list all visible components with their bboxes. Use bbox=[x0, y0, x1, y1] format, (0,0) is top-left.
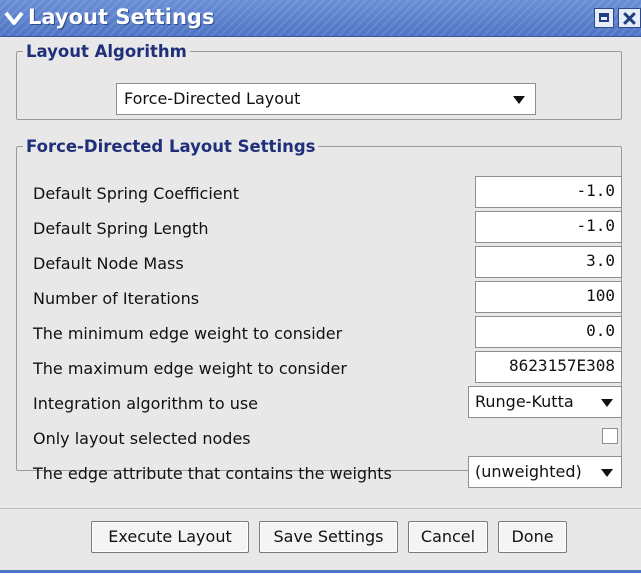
max-edge-weight-label: The maximum edge weight to consider bbox=[33, 359, 347, 378]
iterations-field[interactable]: 100 bbox=[475, 281, 622, 313]
integration-algorithm-dropdown[interactable]: Runge-Kutta bbox=[468, 386, 622, 418]
button-separator bbox=[0, 508, 641, 509]
spring-coefficient-field[interactable]: -1.0 bbox=[475, 176, 622, 208]
title-bar[interactable]: Layout Settings bbox=[0, 0, 641, 37]
layout-algorithm-dropdown[interactable]: Force-Directed Layout bbox=[116, 83, 536, 115]
close-icon[interactable] bbox=[618, 8, 641, 28]
cancel-button[interactable]: Cancel bbox=[408, 521, 488, 553]
weight-attribute-value: (unweighted) bbox=[475, 462, 582, 481]
min-edge-weight-field[interactable]: 0.0 bbox=[475, 316, 622, 348]
layout-algorithm-legend: Layout Algorithm bbox=[26, 42, 187, 61]
window-title: Layout Settings bbox=[28, 5, 215, 29]
save-settings-button[interactable]: Save Settings bbox=[259, 521, 398, 553]
min-edge-weight-label: The minimum edge weight to consider bbox=[33, 324, 343, 343]
spring-length-field[interactable]: -1.0 bbox=[475, 211, 622, 243]
force-directed-settings-legend: Force-Directed Layout Settings bbox=[26, 137, 316, 156]
dropdown-arrow-icon bbox=[513, 96, 525, 104]
layout-algorithm-value: Force-Directed Layout bbox=[124, 89, 301, 108]
node-mass-field[interactable]: 3.0 bbox=[475, 246, 622, 278]
spring-coefficient-label: Default Spring Coefficient bbox=[33, 184, 240, 203]
window-bottom-border bbox=[0, 570, 641, 573]
integration-algorithm-value: Runge-Kutta bbox=[475, 392, 574, 411]
max-edge-weight-field[interactable]: 8623157E308 bbox=[475, 351, 622, 383]
dropdown-arrow-icon bbox=[601, 399, 613, 407]
done-button[interactable]: Done bbox=[498, 521, 567, 553]
node-mass-label: Default Node Mass bbox=[33, 254, 184, 273]
iterations-label: Number of Iterations bbox=[33, 289, 200, 308]
dropdown-arrow-icon bbox=[601, 469, 613, 477]
weight-attribute-label: The edge attribute that contains the wei… bbox=[33, 464, 392, 483]
chevron-down-icon[interactable] bbox=[4, 8, 24, 28]
execute-layout-button[interactable]: Execute Layout bbox=[91, 521, 249, 553]
spring-length-label: Default Spring Length bbox=[33, 219, 209, 238]
integration-algorithm-label: Integration algorithm to use bbox=[33, 394, 259, 413]
minimize-icon[interactable] bbox=[594, 8, 614, 28]
only-selected-label: Only layout selected nodes bbox=[33, 429, 251, 448]
layout-settings-window: Layout Settings Layout Algorithm Force-D… bbox=[0, 0, 641, 570]
only-selected-checkbox[interactable] bbox=[602, 428, 618, 444]
weight-attribute-dropdown[interactable]: (unweighted) bbox=[468, 456, 622, 488]
